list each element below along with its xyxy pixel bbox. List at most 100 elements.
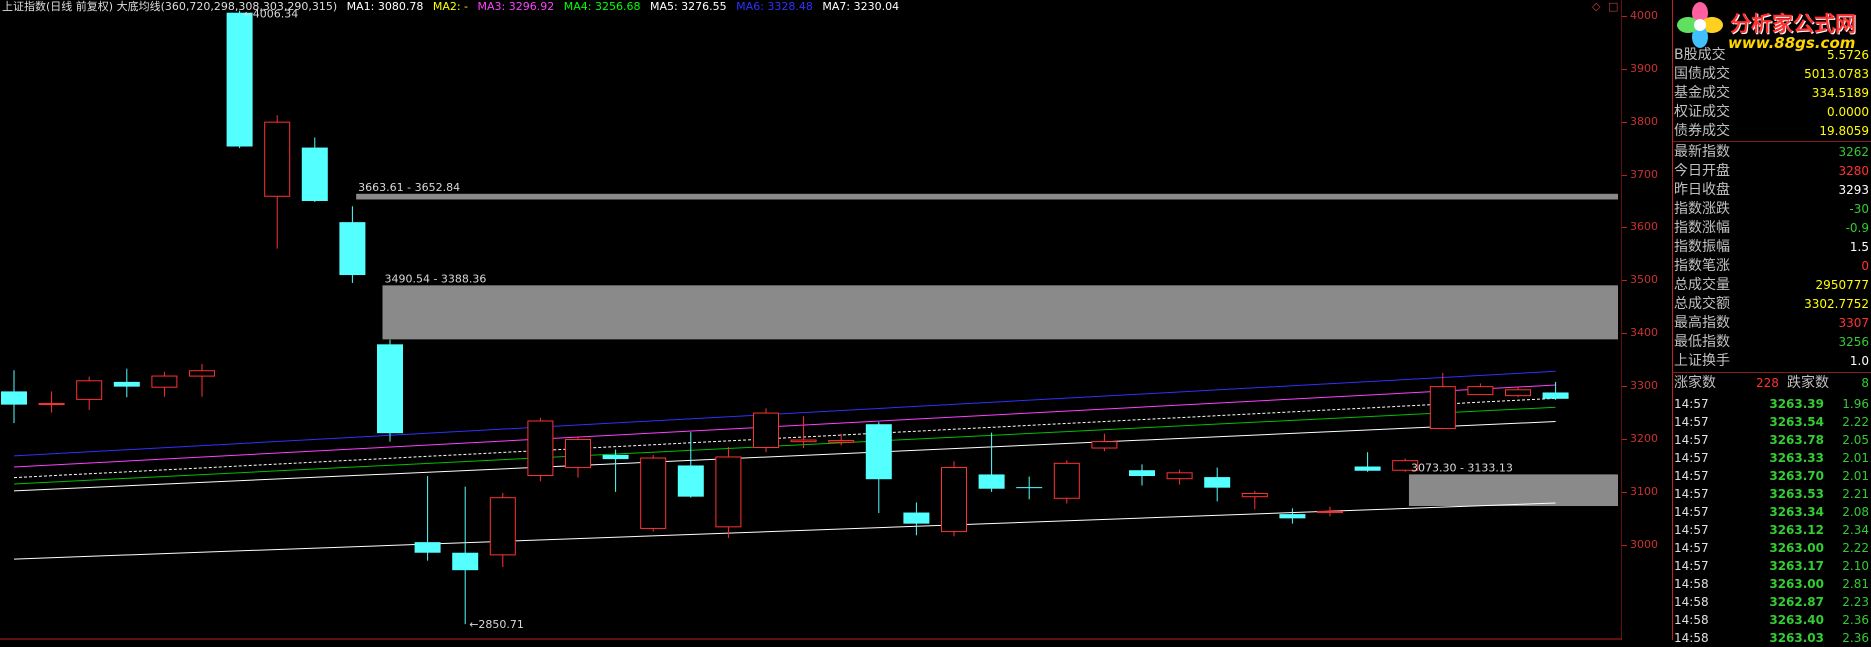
tick-price: 3263.12 (1769, 523, 1824, 537)
candle-body (640, 457, 667, 529)
candle-body (1053, 462, 1080, 499)
quote-row: 总成交量 2950777 (1672, 276, 1871, 295)
quote-row: 总成交额 3302.7752 (1672, 295, 1871, 314)
ma3-label: MA3: 3296.92 (477, 0, 555, 13)
flower-logo-icon (1677, 2, 1723, 48)
candle-body (1279, 514, 1306, 519)
tick-row: 14:58 3263.00 2.81 (1672, 575, 1871, 593)
square-icon[interactable]: □ (1608, 0, 1618, 13)
tick-price: 3263.33 (1769, 451, 1824, 465)
price-zone-1 (382, 285, 1619, 340)
tick-row: 14:57 3263.54 2.22 (1672, 413, 1871, 431)
tick-row: 14:57 3263.00 2.22 (1672, 539, 1871, 557)
quote-value: 3302.7752 (1804, 297, 1869, 311)
quote-label: 指数涨跌 (1674, 201, 1730, 217)
quote-row: 最低指数 3256 (1672, 333, 1871, 352)
quote-label: 最新指数 (1674, 144, 1730, 160)
tick-price: 3263.53 (1769, 487, 1824, 501)
candle-body (865, 424, 892, 480)
y-tick-mark (1622, 333, 1627, 335)
chart-header: 上证指数(日线 前复权) 大底均线(360,720,298,308,303,29… (2, 0, 905, 14)
quote-label: 债券成交 (1674, 123, 1730, 139)
extreme-label-1: ←2850.71 (469, 618, 524, 631)
diamond-icon[interactable]: ◇ (1592, 0, 1600, 13)
candle-body (1129, 470, 1155, 477)
y-tick-mark (1622, 544, 1627, 546)
candle-body (377, 344, 403, 434)
tick-row: 14:58 3263.40 2.36 (1672, 611, 1871, 629)
quote-label: 指数振幅 (1674, 239, 1730, 255)
tick-time: 14:57 (1674, 397, 1709, 411)
quote-row: 指数振幅 1.5 (1672, 238, 1871, 257)
candle-body (715, 456, 742, 528)
site-logo: 分析家公式网 www.88gs.com (1674, 2, 1871, 52)
candle-body (527, 420, 554, 477)
y-tick-mark (1622, 386, 1627, 388)
tick-time: 14:58 (1674, 631, 1709, 645)
candle-body (301, 147, 328, 201)
tick-time: 14:57 (1674, 487, 1709, 501)
quote-divider (1672, 141, 1871, 142)
y-tick-label: 3700 (1630, 167, 1658, 181)
kline-svg[interactable]: 3663.61 - 3652.84 3490.54 - 3388.36 3073.3… (0, 0, 1622, 640)
candle-body (1429, 386, 1456, 429)
candle-body (790, 439, 817, 443)
quote-row: 基金成交 334.5189 (1672, 84, 1871, 103)
candle-body (1, 391, 27, 405)
tick-time: 14:58 (1674, 577, 1709, 591)
candle-body (1542, 392, 1569, 399)
candle-body (414, 542, 441, 553)
tick-volume: 2.34 (1842, 523, 1869, 537)
candle-body (978, 474, 1005, 489)
chart-title: 上证指数(日线 前复权) 大底均线(360,720,298,308,303,29… (2, 0, 338, 13)
quote-value: 1.5 (1849, 240, 1869, 254)
tick-price: 3263.70 (1769, 469, 1824, 483)
kline-chart[interactable]: 3663.61 - 3652.84 3490.54 - 3388.36 3073.3… (0, 0, 1622, 640)
tick-volume: 2.08 (1842, 505, 1869, 519)
quote-value: -30 (1849, 202, 1869, 216)
tick-row: 14:57 3263.17 2.10 (1672, 557, 1871, 575)
y-tick-label: 3400 (1630, 326, 1658, 340)
quote-label: 权证成交 (1674, 104, 1730, 120)
quote-label: 最高指数 (1674, 315, 1730, 331)
tick-row: 14:57 3263.34 2.08 (1672, 503, 1871, 521)
tick-time: 14:57 (1674, 451, 1709, 465)
ma-line-3 (13, 406, 1556, 485)
quote-divider (1672, 372, 1871, 373)
tick-price: 3263.78 (1769, 433, 1824, 447)
quote-row: 指数涨幅 -0.9 (1672, 219, 1871, 238)
quote-label: 基金成交 (1674, 85, 1730, 101)
y-tick-label: 3500 (1630, 273, 1658, 287)
quote-row: 债券成交 19.8059 (1672, 122, 1871, 141)
tick-time: 14:57 (1674, 433, 1709, 447)
tick-volume: 2.22 (1842, 415, 1869, 429)
candle-body (828, 440, 855, 443)
logo-url[interactable]: www.88gs.com (1728, 34, 1855, 52)
candle-body (339, 222, 366, 276)
quote-row: 最高指数 3307 (1672, 314, 1871, 333)
tick-row: 14:57 3263.39 1.96 (1672, 395, 1871, 413)
tick-volume: 2.36 (1842, 631, 1869, 645)
ma-line-4 (13, 421, 1556, 492)
tick-time: 14:57 (1674, 559, 1709, 573)
tick-row: 14:57 3263.12 2.34 (1672, 521, 1871, 539)
candle-body (1467, 386, 1494, 396)
decline-label: 跌家数 (1787, 375, 1829, 391)
quote-value: 334.5189 (1811, 86, 1869, 100)
tick-row: 14:57 3263.33 2.01 (1672, 449, 1871, 467)
tick-time: 14:57 (1674, 541, 1709, 555)
candle-body (1241, 492, 1268, 498)
candle-body (1317, 510, 1343, 513)
quote-value: 5013.0783 (1804, 67, 1869, 81)
quote-value: 3280 (1838, 164, 1869, 178)
tick-price: 3263.03 (1769, 631, 1824, 645)
candle-body (452, 552, 479, 571)
tick-row: 14:57 3263.53 2.21 (1672, 485, 1871, 503)
tick-row: 14:57 3263.70 2.01 (1672, 467, 1871, 485)
candle-body (1091, 441, 1118, 449)
ma-line-0 (13, 370, 1556, 457)
candle-body (565, 439, 591, 469)
quote-value: 2950777 (1815, 278, 1869, 292)
zone-label-0: 3663.61 - 3652.84 (358, 181, 460, 194)
quote-value: 3256 (1838, 335, 1869, 349)
